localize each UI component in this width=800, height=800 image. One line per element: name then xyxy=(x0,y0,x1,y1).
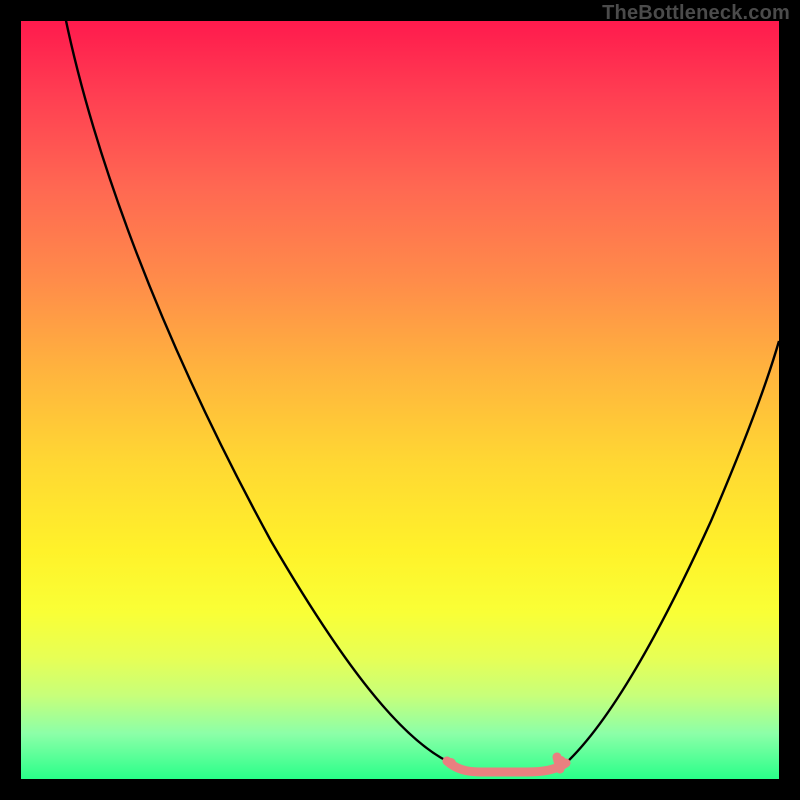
flat-dot xyxy=(446,758,456,768)
flat-dot xyxy=(556,756,566,766)
curve-left-branch xyxy=(65,16,453,764)
curve-flat-bottom xyxy=(447,757,566,772)
chart-stage: TheBottleneck.com xyxy=(0,0,800,800)
curve-right-branch xyxy=(565,341,779,764)
curve-overlay xyxy=(21,21,779,779)
watermark-text: TheBottleneck.com xyxy=(602,2,790,25)
